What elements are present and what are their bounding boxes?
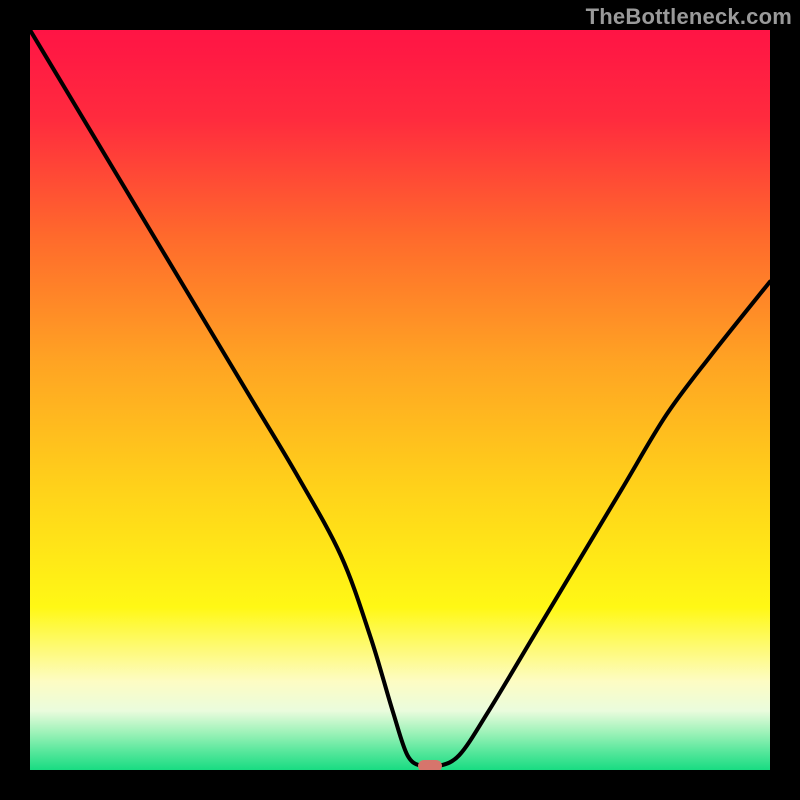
chart-frame: TheBottleneck.com [0,0,800,800]
chart-background-gradient [30,30,770,770]
watermark-text: TheBottleneck.com [586,4,792,30]
chart-plot-area [30,30,770,770]
